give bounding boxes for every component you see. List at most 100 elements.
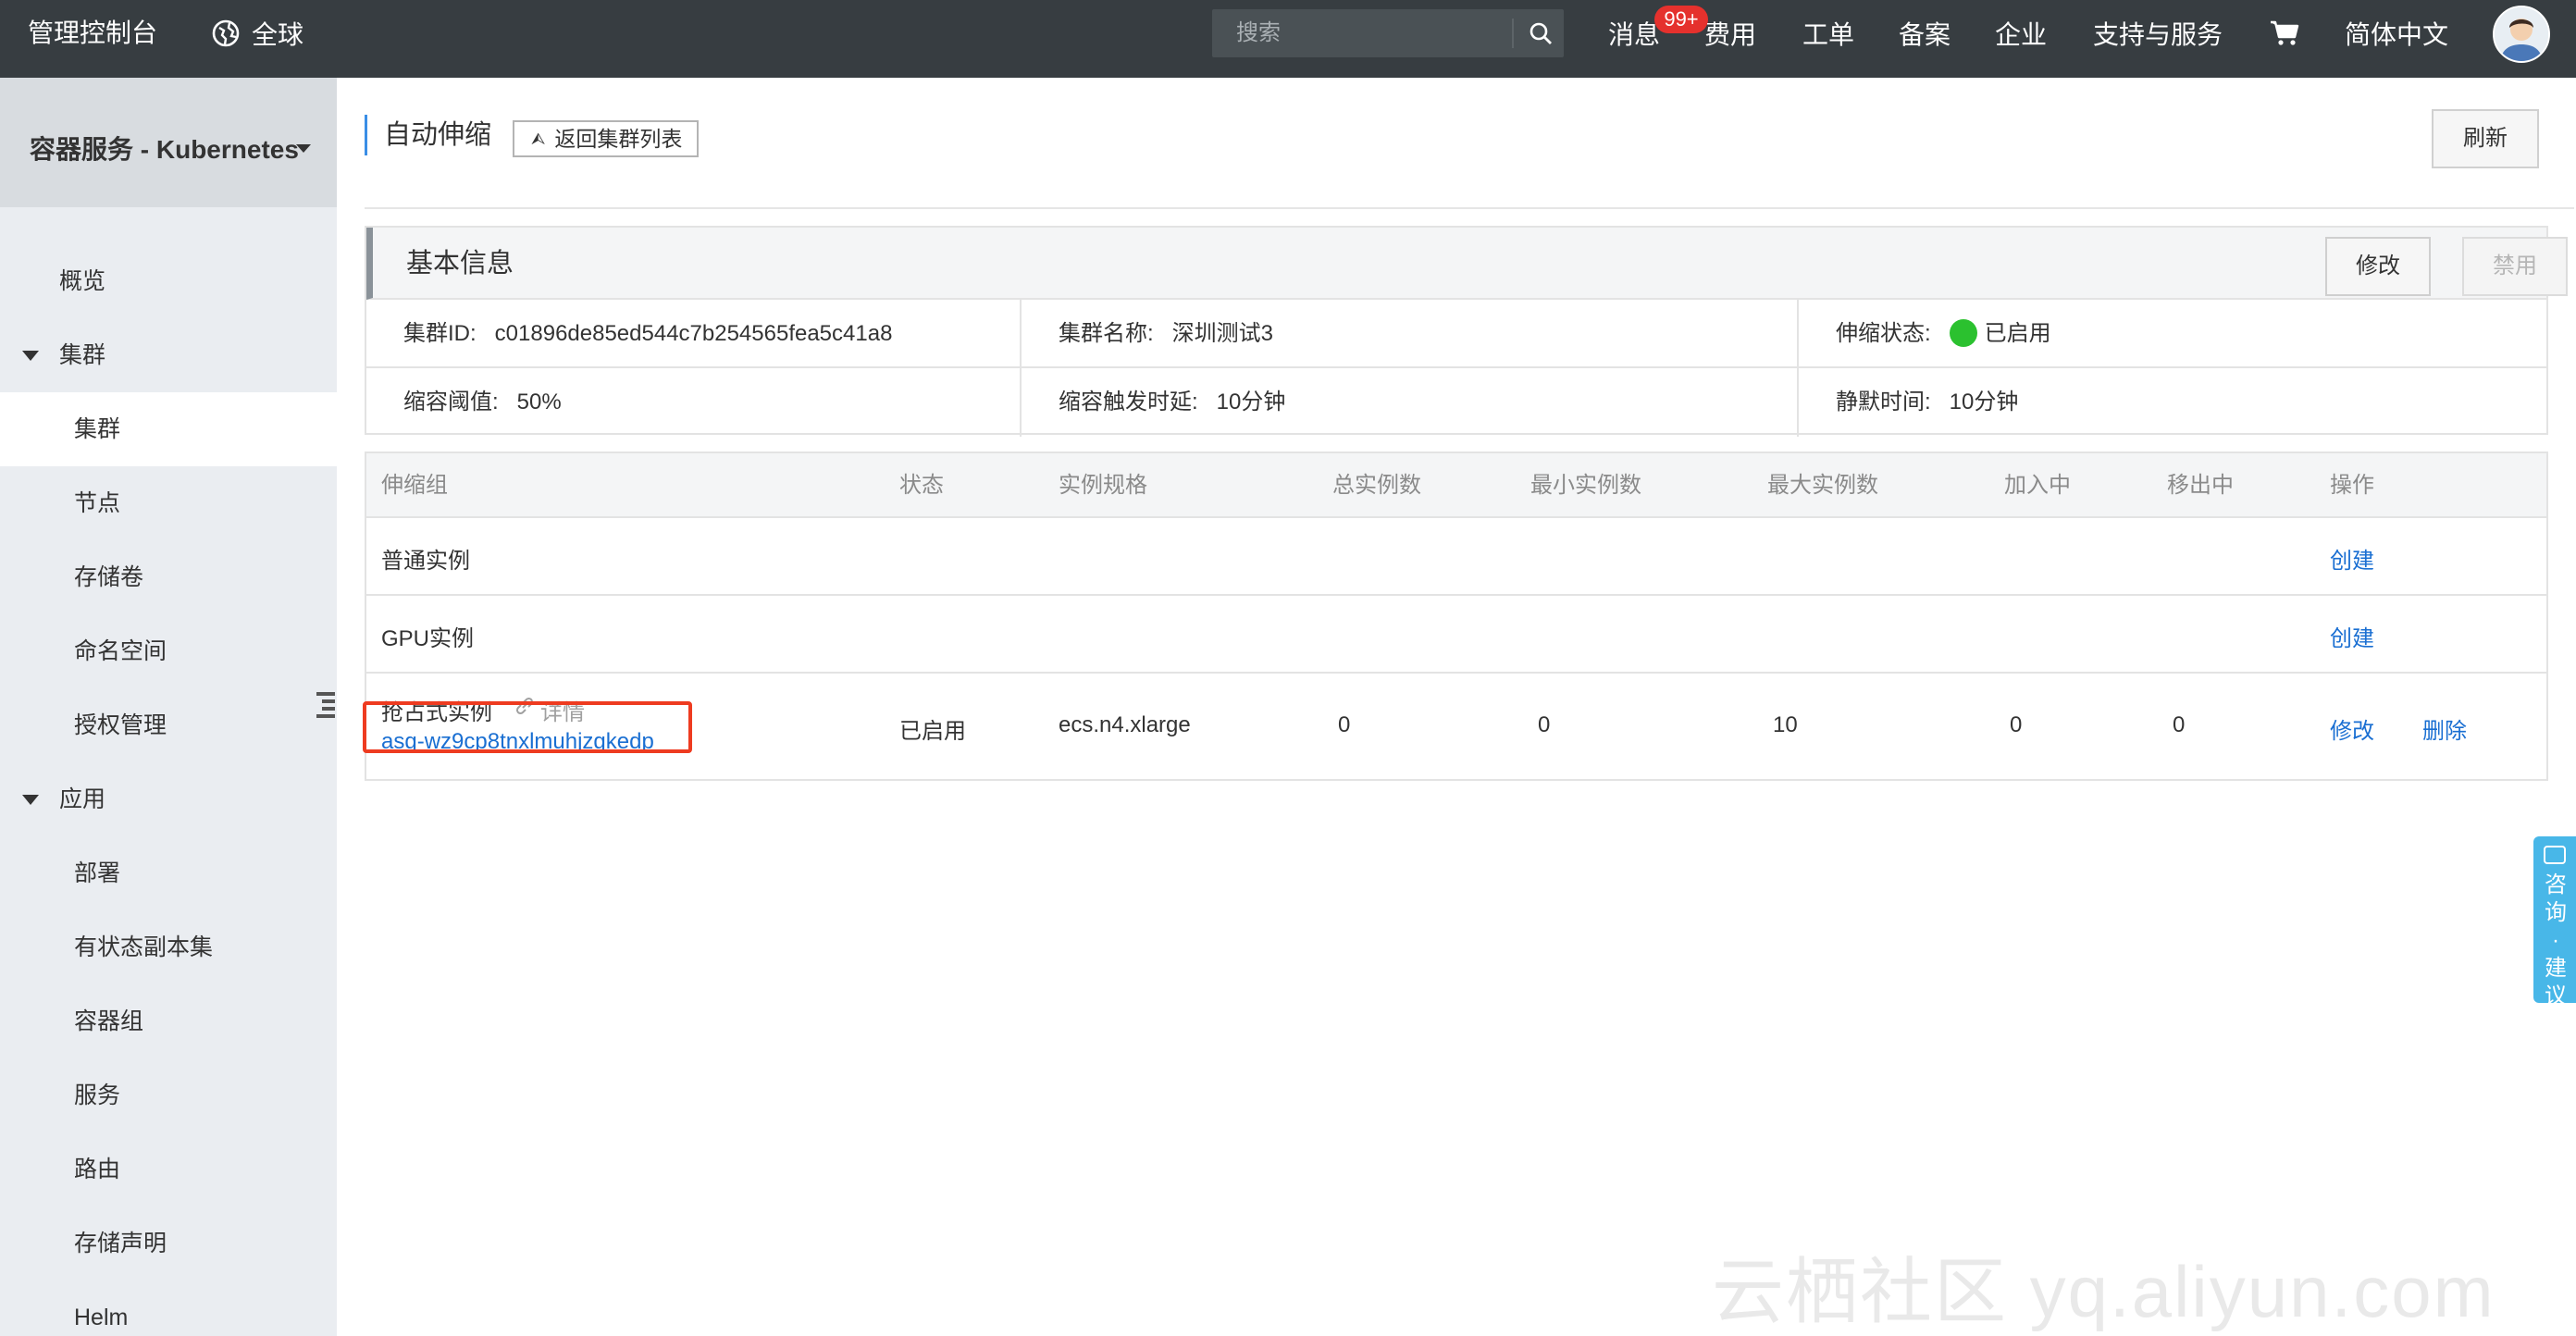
cooldown-label: 静默时间: bbox=[1836, 390, 1931, 414]
col-header-min: 最小实例数 bbox=[1530, 473, 1641, 498]
sidebar-item-namespaces[interactable]: 命名空间 bbox=[0, 614, 337, 688]
chat-icon bbox=[2544, 846, 2566, 864]
search-input[interactable] bbox=[1212, 9, 1508, 57]
sidebar-item-clusters[interactable]: 集群 bbox=[0, 392, 337, 466]
info-row-2: 缩容阈值: 50% 缩容触发时延: 10分钟 静默时间: 10分钟 bbox=[366, 366, 2546, 435]
sidebar-item-pods[interactable]: 容器组 bbox=[0, 984, 337, 1058]
feedback-float-tab[interactable]: 咨询·建议 bbox=[2533, 836, 2576, 1008]
table-header: 伸缩组 状态 实例规格 总实例数 最小实例数 最大实例数 加入中 移出中 操作 bbox=[366, 453, 2546, 518]
console-home-link[interactable]: 管理控制台 bbox=[28, 0, 157, 78]
col-header-joining: 加入中 bbox=[2004, 473, 2071, 498]
cluster-id-field: 集群ID: c01896de85ed544c7b254565fea5c41a8 bbox=[403, 300, 892, 368]
main-content: 自动伸缩 ⮙ 返回集群列表 刷新 基本信息 修改 禁用 集群ID: c01896d… bbox=[337, 78, 2576, 1336]
nav-messages[interactable]: 消息 bbox=[1608, 0, 1660, 67]
instance-spec: ecs.n4.xlarge bbox=[1059, 712, 1191, 737]
nav-support[interactable]: 支持与服务 bbox=[2093, 0, 2223, 67]
group-status: 已启用 bbox=[899, 719, 966, 744]
delete-group-link[interactable]: 删除 bbox=[2422, 712, 2467, 745]
sidebar-item-volumes[interactable]: 存储卷 bbox=[0, 540, 337, 614]
scale-down-threshold-field: 缩容阈值: 50% bbox=[403, 368, 562, 437]
sidebar-group-clusters[interactable]: 集群 bbox=[0, 318, 337, 392]
edit-scaling-button[interactable]: 修改 bbox=[2325, 237, 2431, 296]
scaling-status-field: 伸缩状态: 已启用 bbox=[1836, 300, 2051, 368]
table-row: 抢占式实例 详情 asg-wz9cp8tnxlmuhjzgkedp 已启用 ec… bbox=[366, 674, 2546, 779]
total-instances: 0 bbox=[1338, 712, 1351, 737]
table-row: GPU实例 创建 bbox=[366, 596, 2546, 674]
back-to-cluster-list-button[interactable]: ⮙ 返回集群列表 bbox=[513, 120, 700, 157]
nav-filing[interactable]: 备案 bbox=[1899, 0, 1951, 67]
sidebar-collapse-handle[interactable] bbox=[309, 655, 337, 757]
status-enabled-dot-icon bbox=[1949, 318, 1977, 347]
leaving-instances: 0 bbox=[2173, 712, 2186, 737]
col-header-total: 总实例数 bbox=[1332, 473, 1421, 498]
joining-instances: 0 bbox=[2010, 712, 2023, 737]
basic-info-header: 基本信息 修改 禁用 bbox=[366, 228, 2568, 300]
nav-billing[interactable]: 费用 bbox=[1704, 0, 1756, 67]
sidebar-item-deployments[interactable]: 部署 bbox=[0, 836, 337, 910]
scale-down-delay-value: 10分钟 bbox=[1216, 390, 1286, 414]
scale-down-threshold-label: 缩容阈值: bbox=[403, 390, 499, 414]
scaling-status-label: 伸缩状态: bbox=[1836, 321, 1931, 346]
region-label: 全球 bbox=[252, 20, 304, 49]
scaling-status-value: 已启用 bbox=[1984, 321, 2051, 346]
search-box bbox=[1212, 9, 1564, 57]
messages-badge: 99+ bbox=[1654, 6, 1708, 33]
column-divider bbox=[1797, 300, 1799, 437]
col-header-max: 最大实例数 bbox=[1767, 473, 1878, 498]
cluster-id-label: 集群ID: bbox=[403, 321, 477, 346]
sidebar-item-authorization[interactable]: 授权管理 bbox=[0, 688, 337, 762]
sidebar-item-overview[interactable]: 概览 bbox=[0, 244, 337, 318]
cluster-name-value: 深圳测试3 bbox=[1171, 321, 1274, 346]
col-header-group: 伸缩组 bbox=[381, 473, 448, 498]
create-group-link[interactable]: 创建 bbox=[2330, 620, 2374, 652]
cooldown-value: 10分钟 bbox=[1949, 390, 2019, 414]
scale-down-threshold-value: 50% bbox=[516, 390, 562, 414]
header-divider bbox=[365, 207, 2574, 209]
caret-down-icon bbox=[296, 144, 311, 153]
language-selector[interactable]: 简体中文 bbox=[2345, 0, 2448, 67]
back-button-label: 返回集群列表 bbox=[554, 127, 683, 151]
user-avatar[interactable] bbox=[2493, 6, 2550, 63]
max-instances: 10 bbox=[1773, 712, 1798, 737]
min-instances: 0 bbox=[1538, 712, 1551, 737]
expand-triangle-icon bbox=[22, 795, 39, 805]
col-header-status: 状态 bbox=[899, 473, 944, 498]
disable-scaling-button: 禁用 bbox=[2462, 237, 2568, 296]
search-button[interactable] bbox=[1517, 9, 1564, 57]
group-name: 普通实例 bbox=[381, 549, 470, 574]
collapse-menu-icon bbox=[316, 692, 335, 718]
search-icon bbox=[1530, 22, 1552, 44]
cooldown-field: 静默时间: 10分钟 bbox=[1836, 368, 2018, 437]
page-title: 自动伸缩 bbox=[365, 115, 491, 155]
cart-button[interactable] bbox=[2269, 0, 2300, 67]
product-switcher[interactable]: 容器服务 - Kubernetes bbox=[0, 78, 337, 207]
group-name: GPU实例 bbox=[381, 626, 475, 651]
search-divider bbox=[1512, 19, 1514, 48]
col-header-actions: 操作 bbox=[2330, 473, 2374, 498]
avatar-icon bbox=[2495, 7, 2548, 61]
scaling-groups-table: 伸缩组 状态 实例规格 总实例数 最小实例数 最大实例数 加入中 移出中 操作 … bbox=[365, 452, 2548, 781]
region-selector[interactable]: 全球 bbox=[211, 0, 303, 67]
sidebar-item-services[interactable]: 服务 bbox=[0, 1058, 337, 1132]
sidebar-group-label: 集群 bbox=[59, 342, 106, 368]
cluster-name-field: 集群名称: 深圳测试3 bbox=[1059, 300, 1273, 368]
sidebar-item-ingress[interactable]: 路由 bbox=[0, 1132, 337, 1206]
edit-group-link[interactable]: 修改 bbox=[2330, 712, 2374, 745]
nav-enterprise[interactable]: 企业 bbox=[1995, 0, 2047, 67]
cart-icon bbox=[2271, 20, 2299, 45]
sidebar-item-nodes[interactable]: 节点 bbox=[0, 466, 337, 540]
scale-down-delay-label: 缩容触发时延: bbox=[1059, 390, 1198, 414]
sidebar-group-label: 应用 bbox=[59, 786, 106, 812]
refresh-button[interactable]: 刷新 bbox=[2432, 109, 2539, 168]
nav-tickets[interactable]: 工单 bbox=[1802, 0, 1854, 67]
sidebar-item-helm[interactable]: Helm bbox=[0, 1280, 337, 1336]
sidebar-item-volume-claims[interactable]: 存储声明 bbox=[0, 1206, 337, 1280]
sidebar-item-statefulsets[interactable]: 有状态副本集 bbox=[0, 910, 337, 984]
col-header-spec: 实例规格 bbox=[1059, 473, 1147, 498]
basic-info-panel: 基本信息 修改 禁用 集群ID: c01896de85ed544c7b254565… bbox=[365, 226, 2568, 437]
watermark: 云栖社区 yq.aliyun.com bbox=[1712, 1251, 2496, 1332]
create-group-link[interactable]: 创建 bbox=[2330, 542, 2374, 575]
sidebar-group-applications[interactable]: 应用 bbox=[0, 762, 337, 836]
back-arrow-icon: ⮙ bbox=[531, 130, 546, 148]
table-row: 普通实例 创建 bbox=[366, 518, 2546, 596]
